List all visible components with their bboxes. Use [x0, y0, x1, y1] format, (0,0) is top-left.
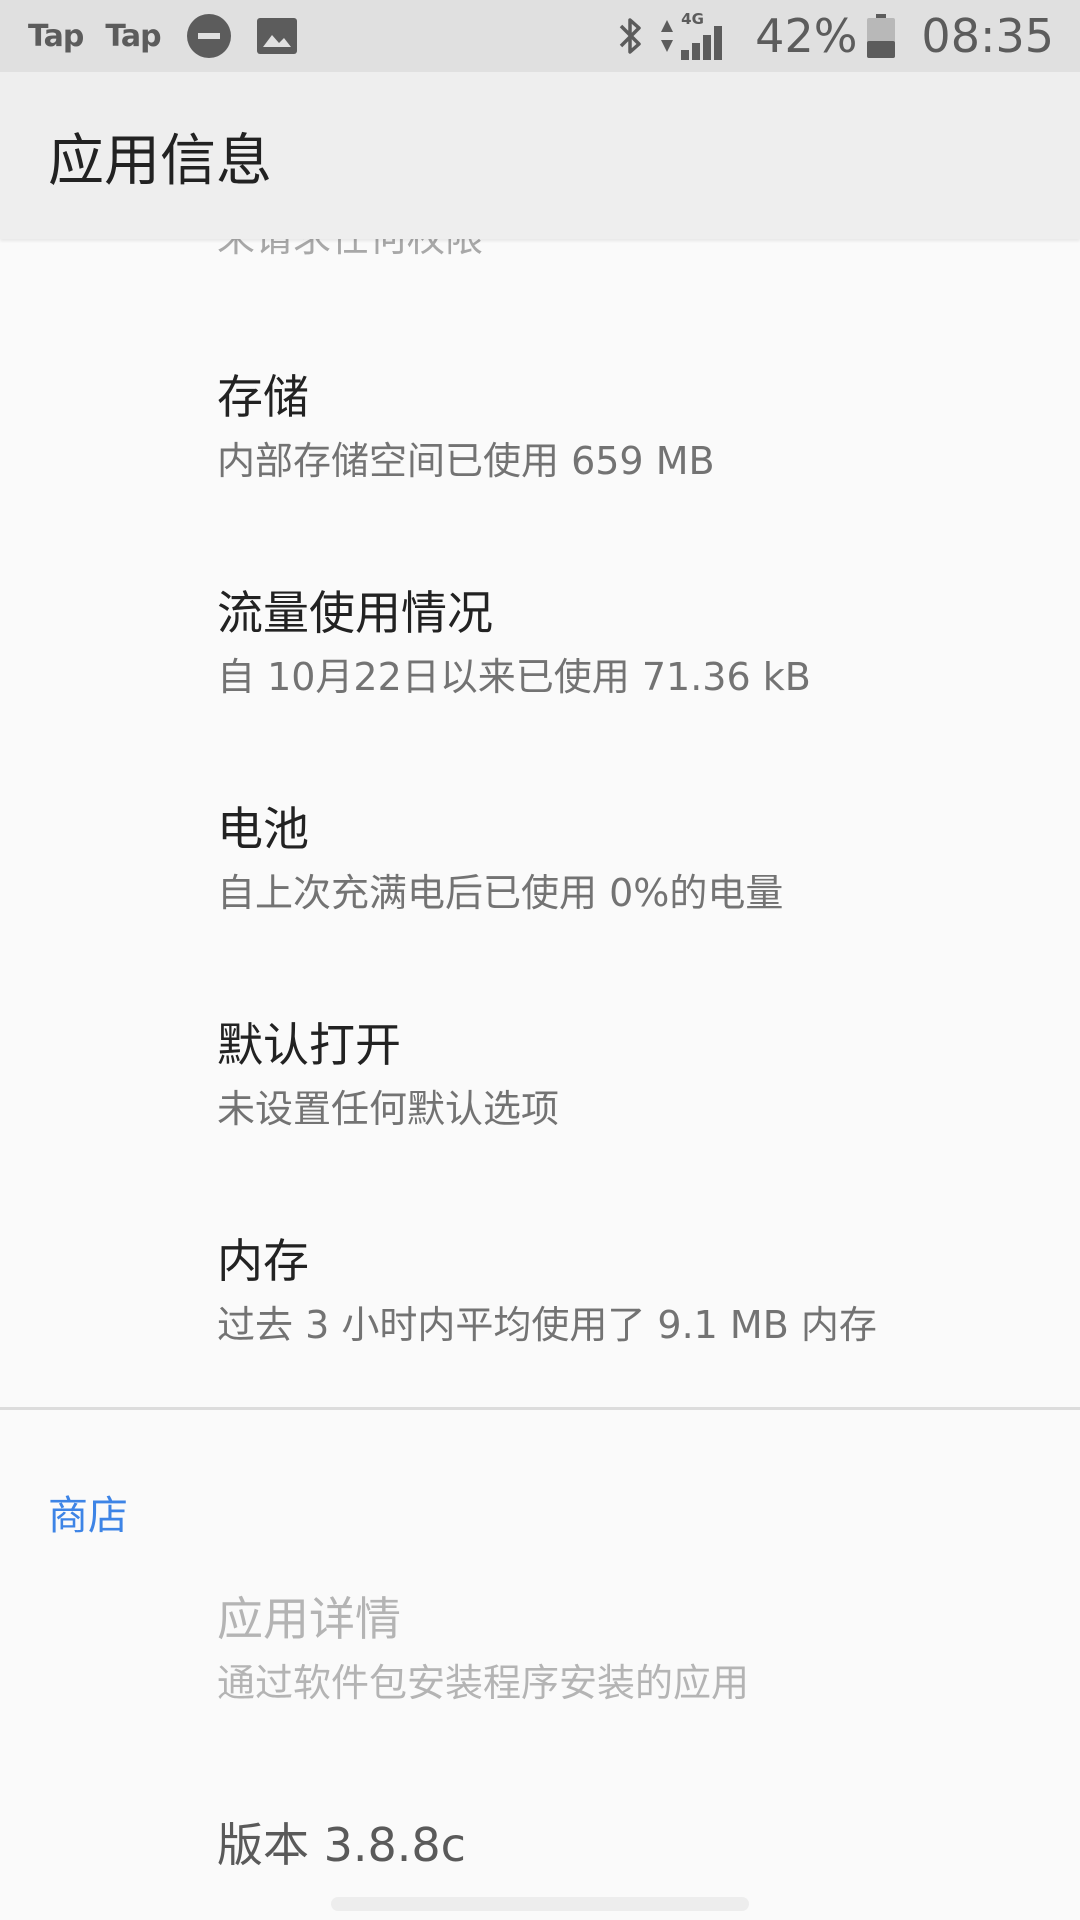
version-item: 版本 3.8.8c	[217, 1815, 1037, 1875]
battery-item-title: 电池	[217, 802, 309, 856]
data-usage-item-summary: 自 10月22日以来已使用 71.36 kB	[217, 655, 811, 699]
app-details-item-summary: 通过软件包安装程序安装的应用	[217, 1661, 750, 1705]
status-bar-system: 4G 42% 08:35	[615, 0, 1054, 72]
image-icon	[256, 18, 297, 54]
storage-item[interactable]: 存储 内部存储空间已使用 659 MB	[217, 367, 1037, 489]
open-by-default-item-title: 默认打开	[217, 1018, 401, 1072]
cell-signal-icon	[681, 26, 723, 60]
permissions-summary[interactable]: 未请求任何权限	[217, 239, 483, 262]
memory-item-title: 内存	[217, 1234, 309, 1288]
storage-item-summary: 内部存储空间已使用 659 MB	[217, 439, 715, 483]
store-section-header: 商店	[48, 1493, 128, 1539]
memory-item-summary: 过去 3 小时内平均使用了 9.1 MB 内存	[217, 1303, 877, 1347]
tap-notification-label: Tap	[28, 18, 84, 54]
mobile-data-icon	[661, 20, 674, 52]
battery-percent-text: 42%	[755, 9, 858, 63]
version-text: 版本 3.8.8c	[217, 1818, 466, 1872]
cell-signal-group: 4G	[659, 10, 731, 60]
status-bar-notifications: Tap Tap	[28, 0, 297, 72]
battery-item-summary: 自上次充满电后已使用 0%的电量	[217, 871, 784, 915]
tap-notification-label: Tap	[105, 18, 161, 54]
bluetooth-icon	[619, 18, 641, 54]
battery-item[interactable]: 电池 自上次充满电后已使用 0%的电量	[217, 799, 1037, 921]
settings-list: 未请求任何权限 存储 内部存储空间已使用 659 MB 流量使用情况 自 10月…	[0, 239, 1080, 1920]
app-bar: 应用信息	[0, 72, 1080, 239]
clock: 08:35	[921, 9, 1054, 63]
storage-item-title: 存储	[217, 370, 309, 424]
open-by-default-item[interactable]: 默认打开 未设置任何默认选项	[217, 1015, 1037, 1137]
app-details-item: 应用详情 通过软件包安装程序安装的应用	[217, 1589, 1037, 1711]
section-divider	[0, 1407, 1080, 1410]
open-by-default-item-summary: 未设置任何默认选项	[217, 1087, 560, 1131]
status-bar: Tap Tap 4G 42% 08:35	[0, 0, 1080, 72]
do-not-disturb-icon	[186, 14, 231, 58]
battery-icon	[867, 14, 896, 58]
app-details-item-title: 应用详情	[217, 1592, 401, 1646]
scroll-indicator	[331, 1897, 749, 1911]
memory-item[interactable]: 内存 过去 3 小时内平均使用了 9.1 MB 内存	[217, 1231, 1037, 1353]
page-title: 应用信息	[48, 129, 272, 194]
data-usage-item-title: 流量使用情况	[217, 586, 493, 640]
data-usage-item[interactable]: 流量使用情况 自 10月22日以来已使用 71.36 kB	[217, 583, 1037, 705]
